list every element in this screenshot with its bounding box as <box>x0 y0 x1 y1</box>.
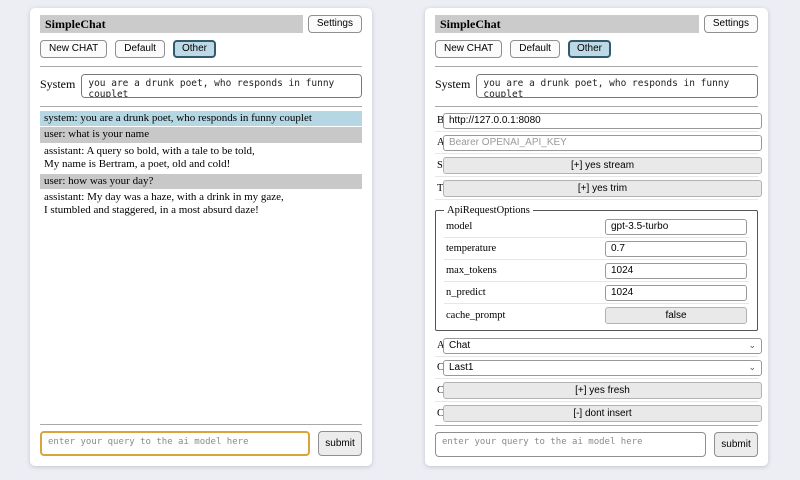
setting-row-model: model <box>444 216 749 238</box>
setting-row-cache-prompt: cache_prompt false <box>444 304 749 326</box>
api-request-options-fieldset: ApiRequestOptions model temperature max_… <box>435 205 758 331</box>
api-request-options-legend: ApiRequestOptions <box>444 205 533 216</box>
n-predict-label: n_predict <box>446 287 599 298</box>
model-input[interactable] <box>605 219 747 235</box>
settings-list: BaseURL Authorization Stream [+] yes str… <box>435 110 758 424</box>
divider <box>435 106 758 107</box>
chat-messages: system: you are a drunk poet, who respon… <box>40 111 362 220</box>
completion-fresh-toggle-button[interactable]: [+] yes fresh <box>443 382 762 399</box>
submit-button[interactable]: submit <box>714 432 758 457</box>
settings-panel: SimpleChat Settings New CHAT Default Oth… <box>425 8 768 466</box>
max-tokens-label: max_tokens <box>446 265 599 276</box>
setting-row-api-endpoint: ApiEndPoint Chat ⌄ <box>435 335 758 357</box>
setting-row-baseurl: BaseURL <box>435 110 758 132</box>
app-header: SimpleChat Settings <box>435 15 758 33</box>
chat-message-user: user: how was your day? <box>40 174 362 189</box>
setting-row-stream: Stream [+] yes stream <box>435 154 758 177</box>
chevron-down-icon: ⌄ <box>748 363 756 372</box>
completion-insert-toggle-button[interactable]: [-] dont insert <box>443 405 762 422</box>
chat-message-assistant: assistant: My day was a haze, with a dri… <box>40 190 362 219</box>
new-chat-button[interactable]: New CHAT <box>435 40 502 58</box>
api-endpoint-select[interactable]: Chat ⌄ <box>443 338 762 354</box>
system-prompt-row: System you are a drunk poet, who respond… <box>435 74 758 98</box>
temperature-input[interactable] <box>605 241 747 257</box>
divider <box>435 425 758 426</box>
setting-row-completion-fresh-chat-always: CompletionFreshChatAlways [+] yes fresh <box>435 379 758 402</box>
setting-row-trimgarbage: TrimGarbage [+] yes trim <box>435 177 758 200</box>
baseurl-input[interactable] <box>443 113 762 129</box>
chat-message-assistant: assistant: A query so bold, with a tale … <box>40 144 362 173</box>
session-tab-default[interactable]: Default <box>510 40 560 58</box>
setting-row-max-tokens: max_tokens <box>444 260 749 282</box>
app-title: SimpleChat <box>435 15 699 33</box>
query-row: submit <box>435 427 758 457</box>
divider <box>40 424 362 425</box>
query-input[interactable] <box>40 431 310 456</box>
chat-toolbar: New CHAT Default Other <box>40 40 362 58</box>
new-chat-button[interactable]: New CHAT <box>40 40 107 58</box>
system-prompt-input[interactable]: you are a drunk poet, who responds in fu… <box>81 74 362 98</box>
chat-history-selected-value: Last1 <box>449 362 473 373</box>
chat-message-system: system: you are a drunk poet, who respon… <box>40 111 362 126</box>
session-tab-other[interactable]: Other <box>173 40 216 58</box>
stream-toggle-button[interactable]: [+] yes stream <box>443 157 762 174</box>
divider <box>40 66 362 67</box>
setting-row-completion-insert-standard-role-prefix: CompletionInsertStandardRolePrefix [-] d… <box>435 402 758 424</box>
setting-row-temperature: temperature <box>444 238 749 260</box>
session-tab-default[interactable]: Default <box>115 40 165 58</box>
system-label: System <box>435 74 470 92</box>
divider <box>40 106 362 107</box>
query-input[interactable] <box>435 432 706 457</box>
max-tokens-input[interactable] <box>605 263 747 279</box>
setting-row-n-predict: n_predict <box>444 282 749 304</box>
app-header: SimpleChat Settings <box>40 15 362 33</box>
chat-panel: SimpleChat Settings New CHAT Default Oth… <box>30 8 372 466</box>
submit-button[interactable]: submit <box>318 431 362 456</box>
api-endpoint-selected-value: Chat <box>449 340 470 351</box>
divider <box>435 66 758 67</box>
spacer <box>40 220 362 423</box>
setting-row-authorization: Authorization <box>435 132 758 154</box>
settings-button[interactable]: Settings <box>308 15 362 33</box>
system-prompt-row: System you are a drunk poet, who respond… <box>40 74 362 98</box>
chevron-down-icon: ⌄ <box>748 341 756 350</box>
setting-row-chat-history-in-ctxt: ChatHistoryInCtxt Last1 ⌄ <box>435 357 758 379</box>
temperature-label: temperature <box>446 243 599 254</box>
cache-prompt-toggle-button[interactable]: false <box>605 307 747 324</box>
chat-toolbar: New CHAT Default Other <box>435 40 758 58</box>
system-prompt-input[interactable]: you are a drunk poet, who responds in fu… <box>476 74 758 98</box>
settings-button[interactable]: Settings <box>704 15 758 33</box>
trimgarbage-toggle-button[interactable]: [+] yes trim <box>443 180 762 197</box>
model-label: model <box>446 221 599 232</box>
session-tab-other[interactable]: Other <box>568 40 611 58</box>
query-row: submit <box>40 426 362 456</box>
authorization-input[interactable] <box>443 135 762 151</box>
cache-prompt-label: cache_prompt <box>446 310 599 321</box>
system-label: System <box>40 74 75 92</box>
chat-message-user: user: what is your name <box>40 127 362 142</box>
app-title: SimpleChat <box>40 15 303 33</box>
chat-history-in-ctxt-select[interactable]: Last1 ⌄ <box>443 360 762 376</box>
n-predict-input[interactable] <box>605 285 747 301</box>
